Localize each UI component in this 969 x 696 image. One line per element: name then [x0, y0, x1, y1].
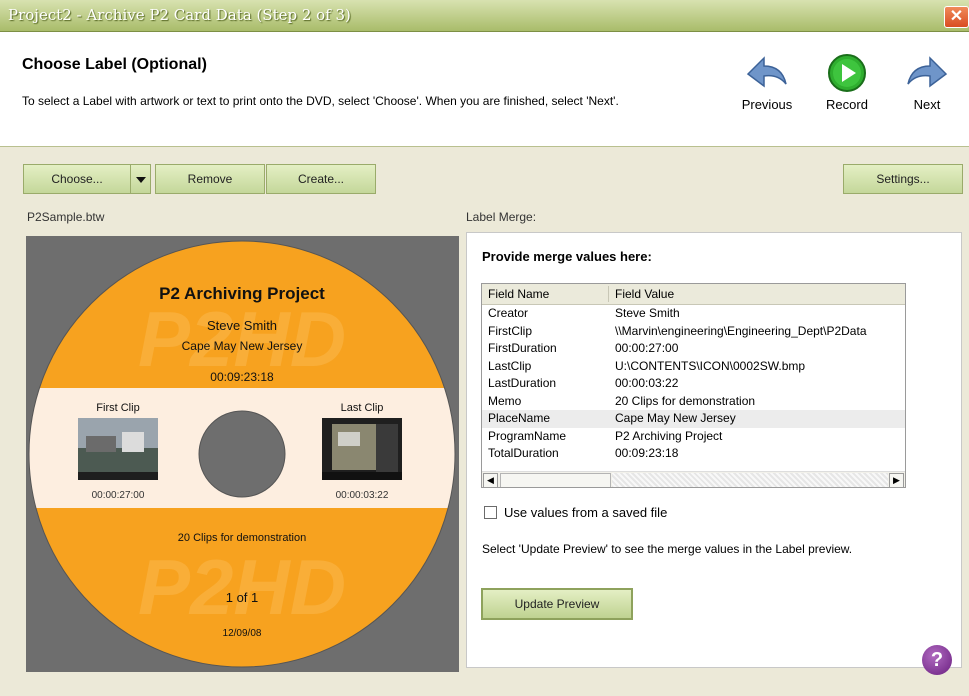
last-clip-label: Last Clip — [341, 402, 384, 414]
field-name-cell: FirstClip — [488, 323, 532, 338]
scrollbar-track[interactable] — [612, 473, 888, 487]
window-title: Project2 - Archive P2 Card Data (Step 2 … — [8, 6, 351, 24]
field-name-cell: PlaceName — [488, 411, 551, 425]
remove-button[interactable]: Remove — [155, 164, 265, 194]
table-row[interactable]: Memo 20 Clips for demonstration — [482, 393, 905, 411]
label-merge-caption: Label Merge: — [466, 210, 537, 224]
scrollbar-thumb[interactable] — [500, 473, 611, 487]
column-header-field-name[interactable]: Field Name — [488, 287, 549, 301]
step-description: To select a Label with artwork or text t… — [22, 94, 619, 108]
last-clip-duration: 00:00:03:22 — [336, 490, 389, 501]
grid-header: Field Name Field Value — [482, 284, 905, 305]
field-value-cell[interactable]: Steve Smith — [615, 305, 680, 322]
use-saved-file-label[interactable]: Use values from a saved file — [504, 505, 667, 520]
update-preview-button[interactable]: Update Preview — [481, 588, 633, 620]
create-button[interactable]: Create... — [266, 164, 376, 194]
record-button[interactable]: Record — [818, 52, 876, 112]
column-divider[interactable] — [608, 286, 609, 302]
scroll-left-button[interactable]: ◀ — [483, 473, 498, 487]
field-value-cell[interactable]: 00:09:23:18 — [615, 445, 678, 462]
disc-total-duration: 00:09:23:18 — [210, 370, 274, 384]
previous-label: Previous — [741, 97, 793, 112]
merge-values-grid[interactable]: Field Name Field Value Creator Steve Smit… — [481, 283, 906, 488]
last-clip-thumbnail — [322, 418, 402, 480]
first-clip-label: First Clip — [96, 402, 139, 414]
choose-dropdown-button[interactable] — [130, 164, 151, 194]
table-row[interactable]: Creator Steve Smith — [482, 305, 905, 323]
disc-date: 12/09/08 — [223, 628, 262, 639]
next-button[interactable]: Next — [902, 52, 952, 112]
table-row[interactable]: TotalDuration 00:09:23:18 — [482, 445, 905, 463]
record-label: Record — [826, 97, 868, 112]
step-title: Choose Label (Optional) — [22, 56, 207, 73]
disc-creator: Steve Smith — [207, 318, 277, 333]
field-value-cell[interactable]: Cape May New Jersey — [615, 410, 736, 427]
scroll-right-button[interactable]: ▶ — [889, 473, 904, 487]
field-name-cell: LastDuration — [488, 376, 557, 390]
table-row[interactable]: LastClip U:\CONTENTS\ICON\0002SW.bmp — [482, 358, 905, 376]
table-row[interactable]: FirstDuration 00:00:27:00 — [482, 340, 905, 358]
update-preview-hint: Select 'Update Preview' to see the merge… — [482, 542, 853, 556]
field-name-cell: Memo — [488, 393, 522, 408]
disc-title: P2 Archiving Project — [159, 284, 325, 303]
first-clip-duration: 00:00:27:00 — [92, 490, 145, 501]
next-label: Next — [913, 97, 941, 112]
table-row[interactable]: FirstClip \\Marvin\engineering\Engineerin… — [482, 323, 905, 341]
field-value-cell[interactable]: \\Marvin\engineering\Engineering_Dept\P2… — [615, 323, 867, 340]
label-file-name: P2Sample.btw — [27, 210, 105, 224]
field-name-cell: LastClip — [488, 358, 532, 373]
disc-place: Cape May New Jersey — [182, 339, 303, 353]
field-value-cell[interactable]: U:\CONTENTS\ICON\0002SW.bmp — [615, 358, 805, 375]
record-icon — [828, 54, 866, 92]
field-value-cell[interactable]: P2 Archiving Project — [615, 428, 722, 445]
horizontal-scrollbar[interactable]: ◀ ▶ — [482, 471, 905, 487]
first-clip-thumbnail — [78, 418, 158, 480]
table-row[interactable]: LastDuration 00:00:03:22 — [482, 375, 905, 393]
dropdown-arrow-icon — [135, 177, 146, 183]
use-saved-file-checkbox[interactable] — [484, 506, 497, 519]
step-header: Choose Label (Optional) To select a Labe… — [0, 32, 969, 147]
help-icon[interactable]: ? — [922, 645, 952, 675]
choose-button[interactable]: Choose... — [23, 164, 131, 194]
field-name-cell: FirstDuration — [488, 341, 557, 355]
title-bar: Project2 - Archive P2 Card Data (Step 2 … — [0, 0, 969, 32]
settings-button[interactable]: Settings... — [843, 164, 963, 194]
table-row[interactable]: PlaceName Cape May New Jersey — [482, 410, 905, 428]
field-value-cell[interactable]: 00:00:27:00 — [615, 340, 678, 357]
disc-page: 1 of 1 — [226, 590, 259, 605]
close-button[interactable]: ✕ — [944, 6, 969, 28]
forward-arrow-icon — [907, 56, 948, 88]
table-row[interactable]: ProgramName P2 Archiving Project — [482, 428, 905, 446]
field-name-cell: Creator — [488, 306, 529, 320]
back-arrow-icon — [746, 56, 787, 88]
field-name-cell: ProgramName — [488, 428, 567, 443]
merge-heading: Provide merge values here: — [482, 249, 652, 264]
column-header-field-value[interactable]: Field Value — [615, 287, 674, 301]
field-value-cell[interactable]: 00:00:03:22 — [615, 375, 678, 392]
merge-panel: Provide merge values here: Field Name Fi… — [466, 232, 962, 668]
field-value-cell[interactable]: 20 Clips for demonstration — [615, 393, 755, 410]
disc-watermark-bottom: P2HD — [138, 543, 346, 631]
dvd-label-graphic: P2HD P2HD P2 Archiving Project Steve Smi… — [28, 240, 456, 668]
label-preview: P2HD P2HD P2 Archiving Project Steve Smi… — [26, 236, 459, 672]
previous-button[interactable]: Previous — [736, 52, 798, 112]
disc-hub — [198, 410, 286, 498]
field-name-cell: TotalDuration — [488, 446, 559, 460]
disc-memo: 20 Clips for demonstration — [178, 532, 306, 544]
